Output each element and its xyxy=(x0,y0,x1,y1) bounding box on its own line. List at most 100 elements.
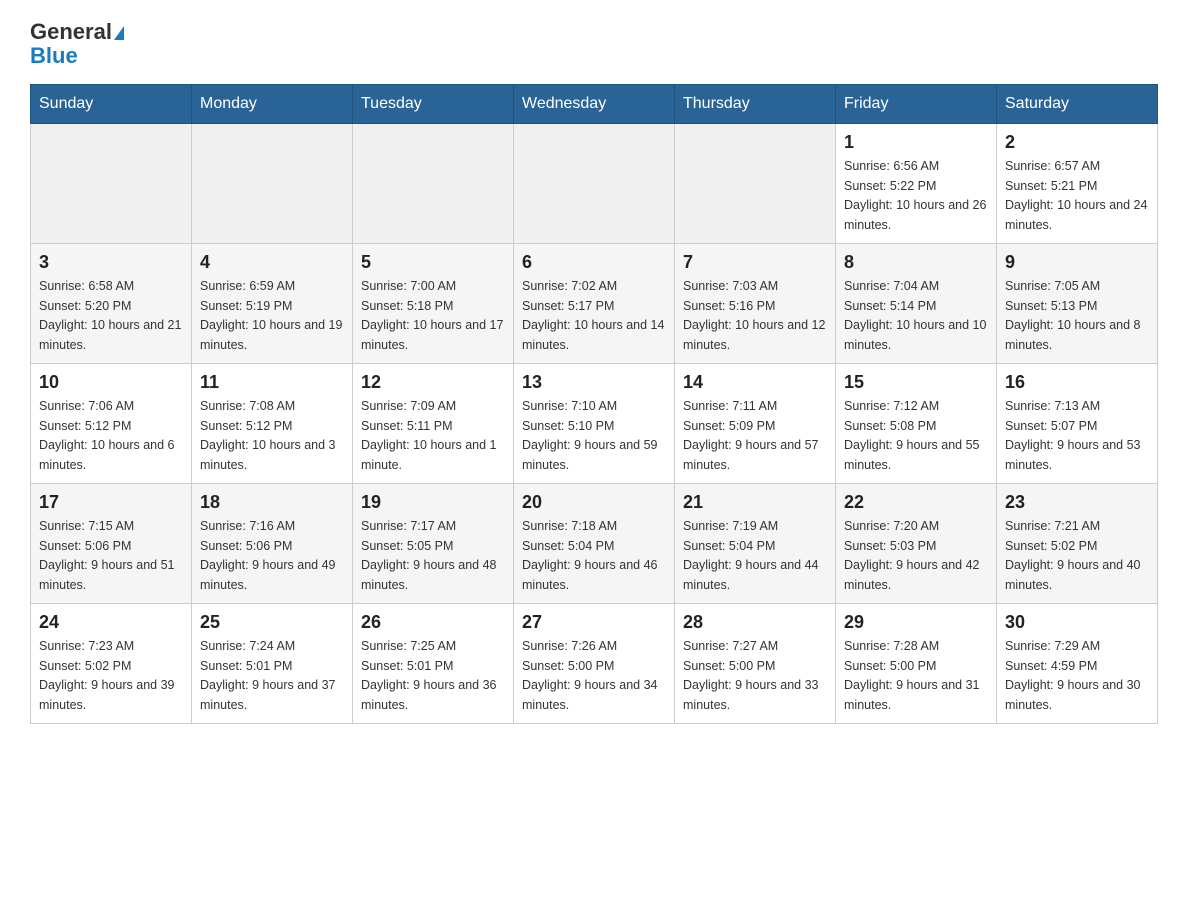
calendar-day-cell xyxy=(31,124,192,244)
day-number: 27 xyxy=(522,612,666,633)
day-number: 14 xyxy=(683,372,827,393)
day-number: 10 xyxy=(39,372,183,393)
calendar-week-row: 3 Sunrise: 6:58 AM Sunset: 5:20 PM Daylig… xyxy=(31,244,1158,364)
day-info: Sunrise: 7:11 AM Sunset: 5:09 PM Dayligh… xyxy=(683,397,827,475)
day-of-week-header: Saturday xyxy=(997,85,1158,124)
day-number: 12 xyxy=(361,372,505,393)
logo-text: GeneralBlue xyxy=(30,20,124,68)
day-info: Sunrise: 7:19 AM Sunset: 5:04 PM Dayligh… xyxy=(683,517,827,595)
day-of-week-header: Friday xyxy=(836,85,997,124)
day-info: Sunrise: 6:57 AM Sunset: 5:21 PM Dayligh… xyxy=(1005,157,1149,235)
calendar-day-cell xyxy=(675,124,836,244)
page-header: GeneralBlue xyxy=(30,20,1158,68)
day-info: Sunrise: 6:59 AM Sunset: 5:19 PM Dayligh… xyxy=(200,277,344,355)
calendar-day-cell: 29Sunrise: 7:28 AM Sunset: 5:00 PM Dayli… xyxy=(836,604,997,724)
day-number: 9 xyxy=(1005,252,1149,273)
calendar-week-row: 24Sunrise: 7:23 AM Sunset: 5:02 PM Dayli… xyxy=(31,604,1158,724)
day-number: 3 xyxy=(39,252,183,273)
day-number: 24 xyxy=(39,612,183,633)
day-number: 17 xyxy=(39,492,183,513)
calendar-day-cell: 28 Sunrise: 7:27 AM Sunset: 5:00 PM Dayli… xyxy=(675,604,836,724)
day-of-week-header: Wednesday xyxy=(514,85,675,124)
day-number: 29 xyxy=(844,612,988,633)
day-number: 1 xyxy=(844,132,988,153)
calendar-day-cell: 19Sunrise: 7:17 AM Sunset: 5:05 PM Dayli… xyxy=(353,484,514,604)
calendar-day-cell: 25Sunrise: 7:24 AM Sunset: 5:01 PM Dayli… xyxy=(192,604,353,724)
calendar-day-cell: 20 Sunrise: 7:18 AM Sunset: 5:04 PM Dayli… xyxy=(514,484,675,604)
calendar-day-cell: 15Sunrise: 7:12 AM Sunset: 5:08 PM Dayli… xyxy=(836,364,997,484)
calendar-day-cell: 12 Sunrise: 7:09 AM Sunset: 5:11 PM Dayli… xyxy=(353,364,514,484)
day-info: Sunrise: 7:29 AM Sunset: 4:59 PM Dayligh… xyxy=(1005,637,1149,715)
day-info: Sunrise: 7:21 AM Sunset: 5:02 PM Dayligh… xyxy=(1005,517,1149,595)
day-info: Sunrise: 7:18 AM Sunset: 5:04 PM Dayligh… xyxy=(522,517,666,595)
day-number: 13 xyxy=(522,372,666,393)
day-info: Sunrise: 7:26 AM Sunset: 5:00 PM Dayligh… xyxy=(522,637,666,715)
day-number: 2 xyxy=(1005,132,1149,153)
day-number: 26 xyxy=(361,612,505,633)
day-info: Sunrise: 7:03 AM Sunset: 5:16 PM Dayligh… xyxy=(683,277,827,355)
calendar-day-cell: 13 Sunrise: 7:10 AM Sunset: 5:10 PM Dayli… xyxy=(514,364,675,484)
calendar-day-cell: 22 Sunrise: 7:20 AM Sunset: 5:03 PM Dayli… xyxy=(836,484,997,604)
day-of-week-header: Monday xyxy=(192,85,353,124)
logo: GeneralBlue xyxy=(30,20,124,68)
day-info: Sunrise: 7:16 AM Sunset: 5:06 PM Dayligh… xyxy=(200,517,344,595)
calendar-day-cell xyxy=(514,124,675,244)
day-info: Sunrise: 7:15 AM Sunset: 5:06 PM Dayligh… xyxy=(39,517,183,595)
day-number: 11 xyxy=(200,372,344,393)
calendar-day-cell: 24Sunrise: 7:23 AM Sunset: 5:02 PM Dayli… xyxy=(31,604,192,724)
day-number: 18 xyxy=(200,492,344,513)
day-info: Sunrise: 7:02 AM Sunset: 5:17 PM Dayligh… xyxy=(522,277,666,355)
day-info: Sunrise: 6:56 AM Sunset: 5:22 PM Dayligh… xyxy=(844,157,988,235)
day-number: 19 xyxy=(361,492,505,513)
day-number: 8 xyxy=(844,252,988,273)
day-number: 22 xyxy=(844,492,988,513)
day-number: 30 xyxy=(1005,612,1149,633)
day-info: Sunrise: 7:06 AM Sunset: 5:12 PM Dayligh… xyxy=(39,397,183,475)
calendar-day-cell: 6 Sunrise: 7:02 AM Sunset: 5:17 PM Daylig… xyxy=(514,244,675,364)
calendar-day-cell xyxy=(353,124,514,244)
calendar-day-cell: 8 Sunrise: 7:04 AM Sunset: 5:14 PM Daylig… xyxy=(836,244,997,364)
day-info: Sunrise: 7:27 AM Sunset: 5:00 PM Dayligh… xyxy=(683,637,827,715)
calendar-day-cell: 23 Sunrise: 7:21 AM Sunset: 5:02 PM Dayli… xyxy=(997,484,1158,604)
calendar-table: SundayMondayTuesdayWednesdayThursdayFrid… xyxy=(30,84,1158,724)
day-number: 21 xyxy=(683,492,827,513)
calendar-week-row: 10 Sunrise: 7:06 AM Sunset: 5:12 PM Dayli… xyxy=(31,364,1158,484)
day-info: Sunrise: 7:08 AM Sunset: 5:12 PM Dayligh… xyxy=(200,397,344,475)
day-info: Sunrise: 7:10 AM Sunset: 5:10 PM Dayligh… xyxy=(522,397,666,475)
day-number: 20 xyxy=(522,492,666,513)
calendar-day-cell: 1 Sunrise: 6:56 AM Sunset: 5:22 PM Daylig… xyxy=(836,124,997,244)
calendar-week-row: 1 Sunrise: 6:56 AM Sunset: 5:22 PM Daylig… xyxy=(31,124,1158,244)
calendar-day-cell xyxy=(192,124,353,244)
calendar-day-cell: 21 Sunrise: 7:19 AM Sunset: 5:04 PM Dayli… xyxy=(675,484,836,604)
calendar-day-cell: 5 Sunrise: 7:00 AM Sunset: 5:18 PM Daylig… xyxy=(353,244,514,364)
day-number: 7 xyxy=(683,252,827,273)
day-info: Sunrise: 7:00 AM Sunset: 5:18 PM Dayligh… xyxy=(361,277,505,355)
day-info: Sunrise: 7:12 AM Sunset: 5:08 PM Dayligh… xyxy=(844,397,988,475)
day-of-week-header: Sunday xyxy=(31,85,192,124)
calendar-day-cell: 26 Sunrise: 7:25 AM Sunset: 5:01 PM Dayli… xyxy=(353,604,514,724)
day-info: Sunrise: 7:20 AM Sunset: 5:03 PM Dayligh… xyxy=(844,517,988,595)
calendar-day-cell: 16 Sunrise: 7:13 AM Sunset: 5:07 PM Dayli… xyxy=(997,364,1158,484)
day-number: 5 xyxy=(361,252,505,273)
calendar-day-cell: 9Sunrise: 7:05 AM Sunset: 5:13 PM Daylig… xyxy=(997,244,1158,364)
day-number: 28 xyxy=(683,612,827,633)
day-info: Sunrise: 7:24 AM Sunset: 5:01 PM Dayligh… xyxy=(200,637,344,715)
day-info: Sunrise: 7:09 AM Sunset: 5:11 PM Dayligh… xyxy=(361,397,505,475)
day-number: 6 xyxy=(522,252,666,273)
calendar-day-cell: 14 Sunrise: 7:11 AM Sunset: 5:09 PM Dayli… xyxy=(675,364,836,484)
calendar-day-cell: 18 Sunrise: 7:16 AM Sunset: 5:06 PM Dayli… xyxy=(192,484,353,604)
calendar-day-cell: 11 Sunrise: 7:08 AM Sunset: 5:12 PM Dayli… xyxy=(192,364,353,484)
calendar-day-cell: 4Sunrise: 6:59 AM Sunset: 5:19 PM Daylig… xyxy=(192,244,353,364)
calendar-day-cell: 27 Sunrise: 7:26 AM Sunset: 5:00 PM Dayli… xyxy=(514,604,675,724)
calendar-day-cell: 17 Sunrise: 7:15 AM Sunset: 5:06 PM Dayli… xyxy=(31,484,192,604)
day-number: 23 xyxy=(1005,492,1149,513)
day-number: 16 xyxy=(1005,372,1149,393)
calendar-week-row: 17 Sunrise: 7:15 AM Sunset: 5:06 PM Dayli… xyxy=(31,484,1158,604)
day-of-week-header: Tuesday xyxy=(353,85,514,124)
day-info: Sunrise: 7:13 AM Sunset: 5:07 PM Dayligh… xyxy=(1005,397,1149,475)
day-info: Sunrise: 6:58 AM Sunset: 5:20 PM Dayligh… xyxy=(39,277,183,355)
day-info: Sunrise: 7:25 AM Sunset: 5:01 PM Dayligh… xyxy=(361,637,505,715)
calendar-day-cell: 3 Sunrise: 6:58 AM Sunset: 5:20 PM Daylig… xyxy=(31,244,192,364)
calendar-day-cell: 30 Sunrise: 7:29 AM Sunset: 4:59 PM Dayli… xyxy=(997,604,1158,724)
day-info: Sunrise: 7:04 AM Sunset: 5:14 PM Dayligh… xyxy=(844,277,988,355)
